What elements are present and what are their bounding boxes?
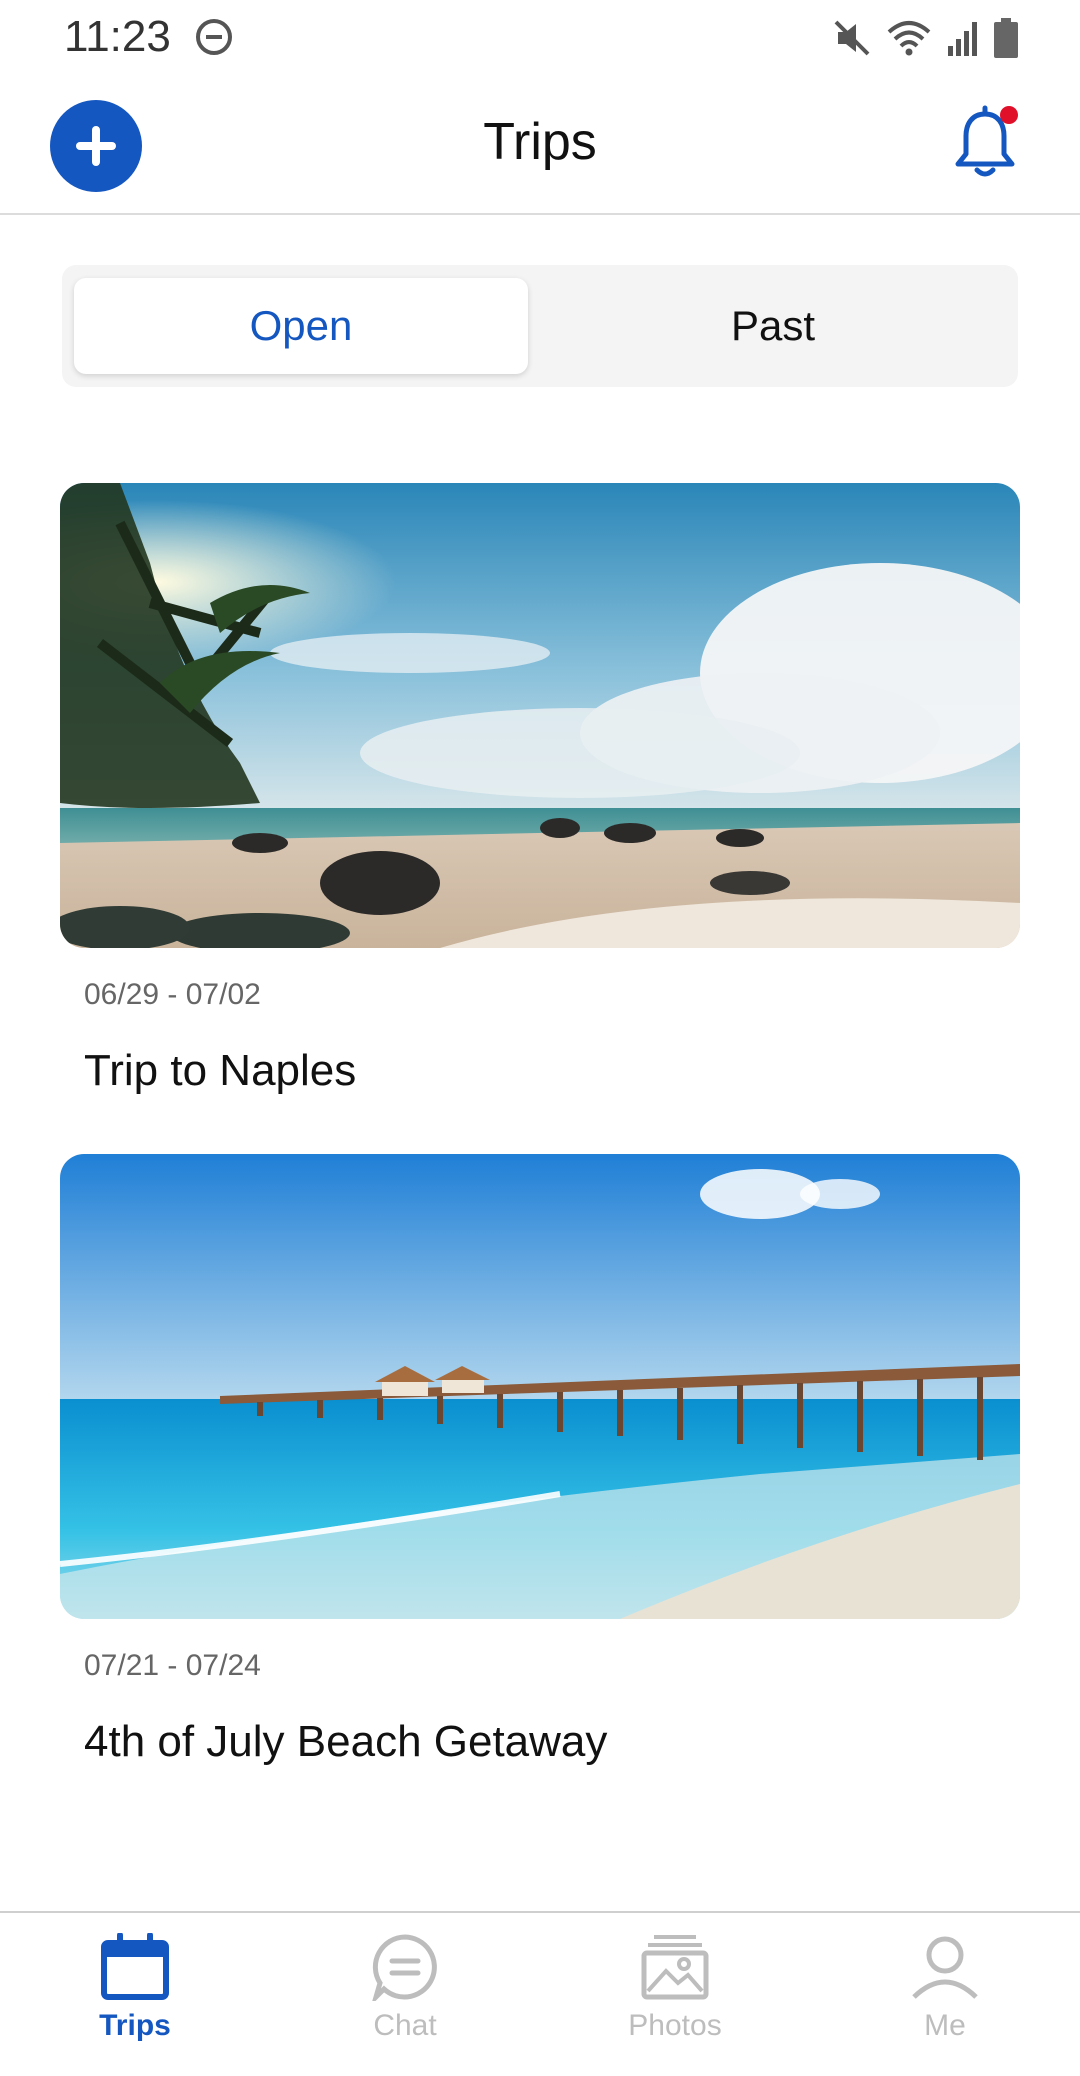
nav-label: Chat xyxy=(373,2009,437,2042)
trip-title: Trip to Naples xyxy=(84,1046,357,1095)
status-time: 11:23 xyxy=(64,12,171,61)
nav-item-photos[interactable]: Photos xyxy=(575,1933,775,2063)
notification-badge xyxy=(1000,106,1018,124)
status-bar: 11:23 xyxy=(0,0,1080,76)
trip-filter-tabs: Open Past xyxy=(62,265,1018,387)
app-header: Trips xyxy=(0,76,1080,215)
nav-item-chat[interactable]: Chat xyxy=(305,1933,505,2063)
trip-title: 4th of July Beach Getaway xyxy=(84,1717,608,1766)
nav-item-trips[interactable]: Trips xyxy=(35,1933,235,2063)
nav-item-me[interactable]: Me xyxy=(845,1933,1045,2063)
photos-icon xyxy=(641,1935,709,2000)
trip-card[interactable]: 06/29 - 07/02 Trip to Naples xyxy=(60,483,1020,1096)
calendar-icon xyxy=(101,1933,169,2000)
nav-label: Me xyxy=(924,2009,966,2042)
do-not-disturb-icon xyxy=(196,19,232,55)
battery-icon xyxy=(994,18,1018,58)
trip-dates: 06/29 - 07/02 xyxy=(84,978,261,1011)
status-icons xyxy=(832,16,1018,60)
mute-icon xyxy=(834,20,870,56)
trip-image-pier xyxy=(60,1154,1020,1619)
tab-open[interactable]: Open xyxy=(74,278,528,374)
chat-icon xyxy=(372,1934,437,2001)
nav-label: Photos xyxy=(628,2009,722,2042)
nav-label: Trips xyxy=(99,2009,171,2042)
trip-card[interactable]: 07/21 - 07/24 4th of July Beach Getaway xyxy=(60,1154,1020,1767)
person-icon xyxy=(912,1936,978,1999)
trip-image-beach xyxy=(60,483,1020,948)
bottom-nav: Trips Chat Photos Me xyxy=(0,1911,1080,2076)
tab-past[interactable]: Past xyxy=(540,278,1006,374)
page-title: Trips xyxy=(483,113,597,171)
signal-icon xyxy=(948,22,977,56)
wifi-icon xyxy=(887,21,931,56)
trip-dates: 07/21 - 07/24 xyxy=(84,1649,261,1682)
